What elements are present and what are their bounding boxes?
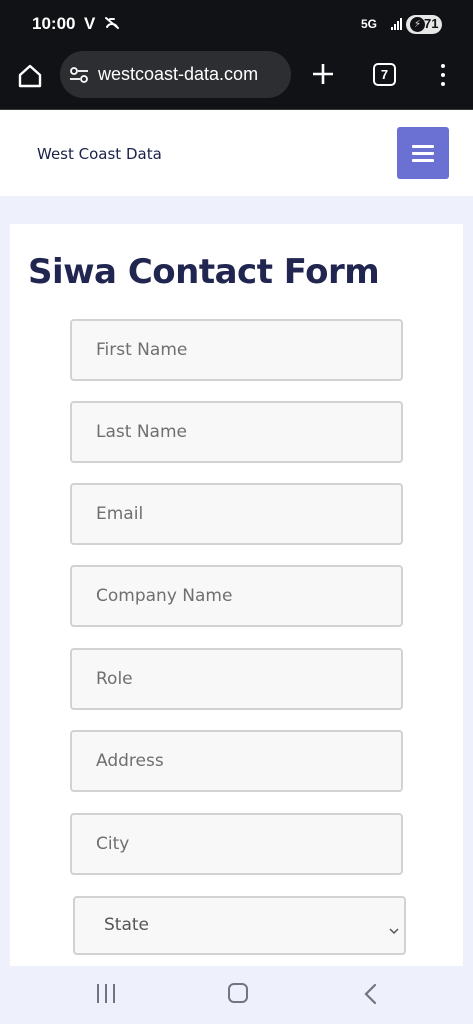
site-settings-icon[interactable] <box>68 65 90 85</box>
role-input[interactable] <box>70 648 403 710</box>
carrier-badge: V <box>84 14 96 33</box>
hamburger-menu-icon[interactable] <box>397 127 449 179</box>
back-nav-icon[interactable] <box>361 982 381 1006</box>
contact-form-card: Siwa Contact Form State <box>10 224 463 966</box>
chevron-down-icon <box>388 921 400 935</box>
site-title[interactable]: West Coast Data <box>37 145 162 163</box>
tab-switcher-icon[interactable]: 7 <box>373 63 396 86</box>
home-nav-icon[interactable] <box>228 983 248 1003</box>
system-navigation-bar <box>0 966 473 1024</box>
address-input[interactable] <box>70 730 403 792</box>
url-text[interactable]: westcoast-data.com <box>98 64 258 85</box>
company-name-input[interactable] <box>70 565 403 627</box>
city-input[interactable] <box>70 813 403 875</box>
recent-apps-icon[interactable] <box>95 984 117 1004</box>
new-tab-plus-icon[interactable] <box>310 61 336 87</box>
battery-charging-icon: ⚡ 71 <box>406 15 442 34</box>
mute-icon <box>104 15 120 35</box>
home-icon[interactable] <box>16 62 44 90</box>
last-name-input[interactable] <box>70 401 403 463</box>
state-select-value: State <box>104 915 149 935</box>
browser-toolbar: westcoast-data.com 7 <box>0 50 473 110</box>
status-time: 10:00 <box>32 14 76 33</box>
status-bar: 10:00 V 5G ⚡ 71 <box>0 0 473 50</box>
signal-icon <box>391 18 405 30</box>
form-title: Siwa Contact Form <box>28 252 380 292</box>
charging-bolt-icon: ⚡ <box>410 17 425 32</box>
state-select[interactable]: State <box>73 896 406 955</box>
overflow-menu-icon[interactable] <box>432 62 454 88</box>
first-name-input[interactable] <box>70 319 403 381</box>
site-header: West Coast Data <box>0 110 473 196</box>
network-type: 5G <box>361 17 378 31</box>
address-bar[interactable]: westcoast-data.com <box>60 51 291 98</box>
email-input[interactable] <box>70 483 403 545</box>
battery-level: 71 <box>424 16 439 31</box>
